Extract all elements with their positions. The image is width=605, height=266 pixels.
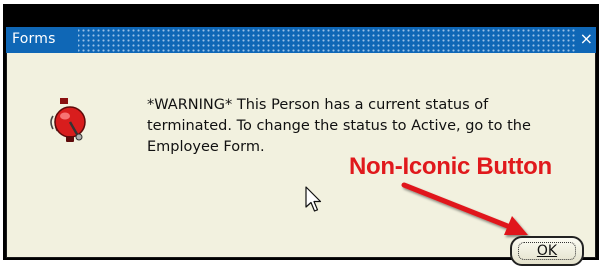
- message-line: *WARNING* This Person has a current stat…: [147, 97, 489, 113]
- callout-label: Non-Iconic Button: [349, 153, 552, 180]
- message-line: terminated. To change the status to Acti…: [147, 118, 531, 134]
- ok-button[interactable]: OK: [510, 236, 584, 266]
- ok-button-label: OK: [536, 243, 558, 259]
- window-title: Forms: [12, 31, 56, 47]
- close-icon[interactable]: ×: [580, 29, 593, 49]
- mouse-pointer-icon: [305, 186, 322, 212]
- title-bar[interactable]: Forms ×: [6, 27, 596, 53]
- warning-message: *WARNING* This Person has a current stat…: [147, 95, 587, 158]
- alarm-bell-icon: [50, 98, 86, 142]
